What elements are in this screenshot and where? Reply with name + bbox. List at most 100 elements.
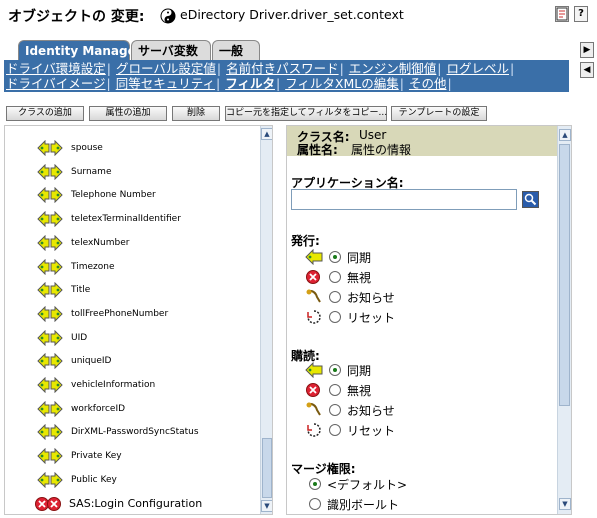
list-item-label: telexNumber [71,237,130,248]
triangle-left-icon: ◀ [583,65,591,75]
subscribe-radio-0[interactable] [329,364,341,376]
right-scrollbar-thumb[interactable] [559,144,570,406]
merge-option-label: <デフォルト> [327,478,408,492]
subscribe-radio-3[interactable] [329,424,341,436]
subnav-global-config[interactable]: グローバル設定値 [116,61,216,76]
publish-radio-1[interactable] [329,271,341,283]
list-item-label: DirXML-PasswordSyncStatus [71,427,199,438]
subscribe-radio-1[interactable] [329,384,341,396]
sync-arrows-icon[interactable] [37,329,63,346]
block-icon [305,269,323,288]
publish-radio-0[interactable] [329,251,341,263]
subnav-engine-control[interactable]: エンジン制御値 [349,61,437,76]
sync-arrows-icon[interactable] [37,400,63,417]
list-item-label: Timezone [71,261,115,272]
sync-arrows-icon[interactable] [37,424,63,441]
add-attribute-button[interactable]: 属性の追加 [89,106,167,121]
sync-arrows-icon[interactable] [37,163,63,180]
scroll-left-button[interactable]: ◀ [580,62,594,78]
list-item-label: spouse [71,143,103,153]
scroll-down-button[interactable]: ▼ [559,498,571,510]
sync-arrows-icon[interactable] [37,471,63,488]
subscribe-radio-2[interactable] [329,404,341,416]
merge-option-label: 識別ボールト [327,498,400,512]
properties-button[interactable] [555,6,569,22]
scroll-up-button[interactable]: ▲ [559,129,571,141]
sync-arrows-icon[interactable] [37,234,63,251]
subnav-security-equivalence[interactable]: 同等セキュリティ [116,76,215,91]
notify-icon [305,289,323,308]
notify-icon [305,402,323,421]
subnav-driver-image[interactable]: ドライバイメージ [6,76,106,91]
list-item-label: Surname [71,166,112,177]
copy-filter-button[interactable]: コピー元を指定してフィルタをコピー... [225,106,387,121]
left-scrollbar[interactable]: ▲ ▼ [260,126,272,514]
right-scrollbar[interactable]: ▲ ▼ [557,126,571,514]
add-class-button[interactable]: クラスの追加 [6,106,84,121]
subnav-misc[interactable]: その他 [409,76,447,91]
separator: | [106,61,111,76]
publish-option-label: リセット [347,311,396,325]
tab-server-variables[interactable]: サーバ変数 [131,40,211,60]
block-icon[interactable] [35,496,61,512]
list-item-label: Public Key [71,474,117,485]
list-item-label: tollFreePhoneNumber [71,308,169,319]
subnav-driver-config[interactable]: ドライバ環境設定 [6,61,106,76]
reset-icon [305,422,323,441]
list-item-label: teletexTerminalIdentifier [71,214,181,225]
yin-yang-icon [160,8,176,24]
sync-arrows-icon[interactable] [37,211,63,228]
list-item-label: Title [71,285,91,296]
object-name: eDirectory Driver.driver_set.context [180,7,404,22]
set-template-button[interactable]: テンプレートの設定 [391,106,487,121]
sync-arrows-icon[interactable] [37,377,63,393]
chevron-down-icon: ▼ [562,500,568,508]
help-button[interactable]: ? [574,6,588,22]
block-icon [305,382,323,401]
subnav-named-passwords[interactable]: 名前付きパスワード [226,61,339,76]
subnav-log-level[interactable]: ログレベル [447,61,510,76]
list-item-label: vehicleInformation [71,380,156,390]
chevron-up-icon: ▲ [562,131,568,139]
sync-arrows-icon[interactable] [37,448,63,465]
subscribe-option-label: リセット [347,424,396,438]
sync-arrows-icon[interactable] [37,140,63,156]
separator: | [447,76,452,91]
separator: | [106,76,111,91]
attribute-list-panel[interactable]: spouse Surname Telephone Number teletexTerm… [4,125,273,515]
merge-authority-label: マージ権限: [291,462,356,476]
subscribe-option-label: 無視 [347,384,372,398]
separator: | [216,61,222,76]
publish-radio-3[interactable] [329,311,341,323]
subnav-filter[interactable]: フィルタ [225,76,275,91]
merge-vault-radio[interactable] [309,498,321,510]
sync-arrows-icon[interactable] [37,282,63,299]
sync-arrows-icon[interactable] [37,258,63,275]
separator: | [275,76,281,91]
sync-arrows-icon[interactable] [37,353,63,370]
search-button[interactable] [522,191,539,208]
application-name-input[interactable] [291,189,517,210]
left-scrollbar-thumb[interactable] [262,438,272,498]
tab-general[interactable]: 一般 [212,40,260,60]
delete-button[interactable]: 削除 [172,106,220,121]
page-title: オブジェクトの 変更: [8,9,145,25]
publish-option-label: お知らせ [347,291,395,305]
subnav-edit-filter-xml[interactable]: フィルタXMLの編集 [285,76,399,91]
tab-identity-manager[interactable]: Identity Manager [18,40,142,60]
scroll-right-button[interactable]: ▶ [580,42,594,58]
help-icon: ? [578,8,584,19]
list-item-label: UID [71,332,88,343]
list-item-label: workforceID [71,403,126,414]
list-item-label: Telephone Number [71,190,156,201]
sync-arrows-icon[interactable] [37,187,63,204]
list-item-label: SAS:Login Configuration [69,496,203,510]
scroll-up-button[interactable]: ▲ [261,128,272,140]
subscribe-option-label: お知らせ [347,404,395,418]
sync-arrow-icon [305,248,323,268]
sync-arrows-icon[interactable] [37,305,63,322]
publish-radio-2[interactable] [329,291,341,303]
merge-default-radio[interactable] [309,478,321,490]
reset-icon [305,309,323,328]
scroll-down-button[interactable]: ▼ [261,500,272,512]
